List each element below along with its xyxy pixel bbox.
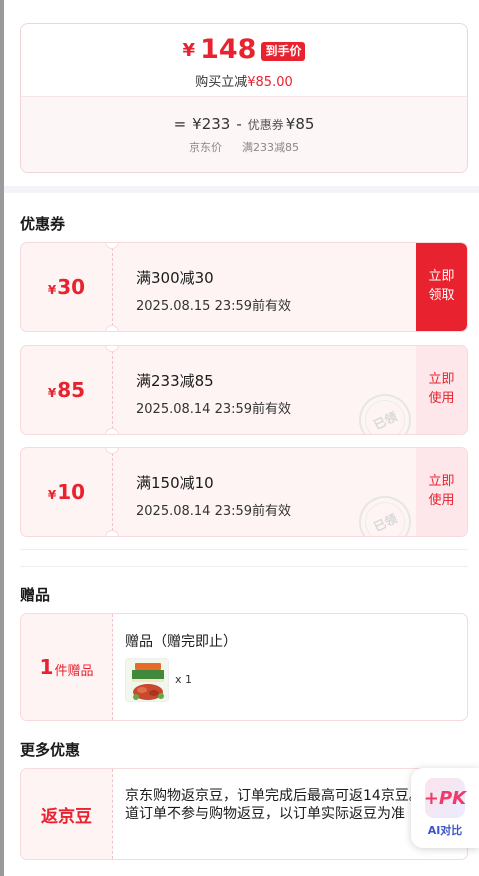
coupon-divider	[112, 448, 113, 536]
coupon-amount-value: 10	[57, 480, 86, 504]
coupon-card: ¥10 满150减10 2025.08.14 23:59前有效 已领 立即使用	[20, 447, 468, 537]
coupon-amount-value: 85	[57, 378, 86, 402]
coupon-amount: ¥85	[21, 346, 112, 434]
coupon-value: ¥85	[285, 115, 315, 133]
price-summary-card: ¥ 148 到手价 购买立减¥85.00 = ¥233 - 优惠券 ¥85 京东…	[20, 23, 468, 173]
coupon-info: 满150减10 2025.08.14 23:59前有效	[136, 472, 291, 519]
minus-sign: -	[236, 115, 242, 133]
ai-compare-label: AI对比	[427, 824, 463, 837]
coupon-expiry: 2025.08.15 23:59前有效	[136, 299, 292, 314]
coupons-title: 优惠券	[20, 215, 66, 233]
coupon-divider	[112, 346, 113, 434]
coupon-label: 优惠券	[247, 118, 284, 132]
claimed-stamp-icon: 已领	[350, 487, 420, 536]
bean-divider	[112, 769, 113, 859]
gift-count-number: 1	[39, 655, 54, 679]
equals-sign: =	[173, 115, 187, 133]
coupon-currency: ¥	[47, 282, 57, 297]
coupon-expiry: 2025.08.14 23:59前有效	[136, 402, 292, 417]
divider	[20, 549, 468, 550]
coupon-divider	[112, 243, 113, 331]
buy-discount-label: 购买立减	[195, 75, 248, 90]
button-label-line: 使用	[428, 493, 455, 508]
jd-bean-card: 返京豆 京东购物返京豆，订单完成后最高可返14京豆。特殊渠道订单不参与购物返豆，…	[20, 768, 468, 860]
buy-discount-line: 购买立减¥85.00	[21, 71, 467, 90]
coupon-caption: 满233减85	[242, 141, 299, 154]
more-offers-title: 更多优惠	[20, 741, 81, 759]
final-price: 148	[200, 34, 257, 65]
pk-icon: +PK	[424, 778, 466, 818]
buy-discount-value: ¥85.00	[247, 75, 293, 90]
jd-price: ¥233	[192, 115, 231, 133]
offers-sheet: ¥ 148 到手价 购买立减¥85.00 = ¥233 - 优惠券 ¥85 京东…	[4, 0, 479, 876]
coupon-expiry: 2025.08.14 23:59前有效	[136, 504, 292, 519]
coupon-notch	[105, 530, 119, 536]
coupon-info: 满300减30 2025.08.15 23:59前有效	[136, 267, 291, 314]
final-price-tag: 到手价	[261, 41, 306, 61]
coupon-info: 满233减85 2025.08.14 23:59前有效	[136, 370, 291, 417]
claimed-stamp-icon: 已领	[350, 385, 420, 434]
final-price-area: ¥ 148 到手价 购买立减¥85.00	[21, 24, 467, 96]
button-label-line: 使用	[428, 391, 455, 406]
price-breakdown: = ¥233 - 优惠券 ¥85 京东价 满233减85	[21, 96, 467, 172]
gift-quantity: x 1	[175, 673, 193, 686]
stamp-text: 已领	[371, 511, 400, 534]
coupon-condition: 满150减10	[136, 474, 214, 492]
coupon-condition: 满233减85	[136, 372, 214, 390]
currency-symbol: ¥	[182, 40, 196, 61]
coupon-card: ¥85 满233减85 2025.08.14 23:59前有效 已领 立即使用	[20, 345, 468, 435]
section-separator	[4, 186, 479, 193]
use-coupon-button[interactable]: 立即 使用	[416, 448, 467, 536]
coupon-condition: 满300减30	[136, 269, 214, 287]
gift-count: 1 件赠品	[21, 614, 112, 720]
coupon-currency: ¥	[47, 385, 57, 400]
jd-bean-label: 返京豆	[21, 769, 112, 859]
coupon-amount-value: 30	[57, 275, 86, 299]
use-coupon-button[interactable]: 立即 使用	[416, 346, 467, 434]
gift-count-unit: 件赠品	[54, 663, 94, 679]
coupon-notch	[105, 325, 119, 331]
divider	[20, 566, 468, 567]
coupon-card: ¥30 满300减30 2025.08.15 23:59前有效 立即领取	[20, 242, 468, 332]
coupon-notch	[105, 428, 119, 434]
gift-product-image[interactable]	[125, 658, 169, 702]
button-label-line: 领取	[428, 288, 455, 303]
coupon-amount: ¥10	[21, 448, 112, 536]
coupon-amount: ¥30	[21, 243, 112, 331]
ai-compare-button[interactable]: +PK AI对比	[411, 768, 479, 848]
button-label-line: 立即	[428, 474, 455, 490]
gift-name: 赠品（赠完即止）	[125, 634, 237, 650]
button-label-line: 立即	[428, 269, 455, 285]
claim-coupon-button[interactable]: 立即 领取	[416, 243, 467, 331]
jd-price-caption: 京东价	[189, 141, 222, 154]
button-label-line: 立即	[428, 372, 455, 388]
gift-divider	[112, 614, 113, 720]
gift-card[interactable]: 1 件赠品 赠品（赠完即止） x 1	[20, 613, 468, 721]
stamp-text: 已领	[371, 409, 400, 432]
gift-title: 赠品	[20, 586, 51, 604]
coupon-currency: ¥	[47, 487, 57, 502]
